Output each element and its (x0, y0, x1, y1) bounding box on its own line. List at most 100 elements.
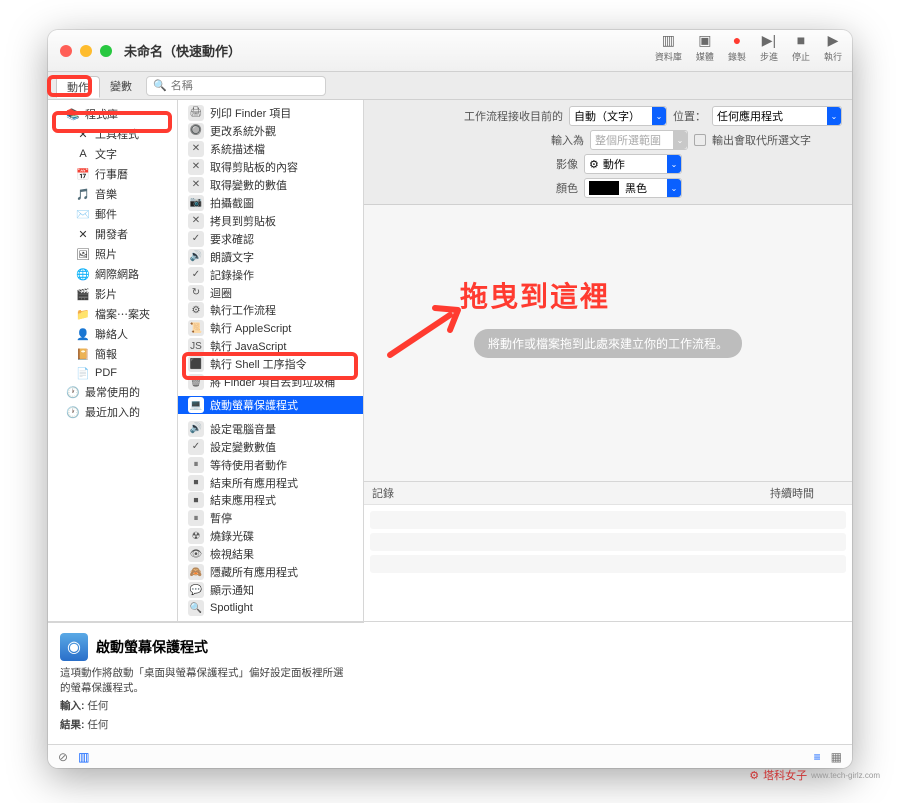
action-item[interactable]: 💻啟動螢幕保護程式 (178, 396, 363, 414)
category-label: 郵件 (95, 206, 117, 222)
desc-title: 啟動螢幕保護程式 (96, 637, 208, 657)
action-item[interactable]: 📜 執行 AppleScript (178, 319, 363, 337)
action-label: 系統描述檔 (210, 141, 265, 157)
category-item[interactable]: 🌐網際網路 (48, 264, 177, 284)
zoom-button[interactable] (100, 45, 112, 57)
action-item[interactable]: 🔍Spotlight (178, 599, 363, 617)
action-item[interactable]: 👁檢視結果 (178, 545, 363, 563)
search-input[interactable] (171, 80, 319, 92)
toolbar-run[interactable]: ▶執行 (824, 32, 842, 63)
action-icon: ✓ (188, 439, 204, 455)
category-item[interactable]: ✕開發者 (48, 224, 177, 244)
category-item[interactable]: ✕工具程式 (48, 124, 177, 144)
location-select[interactable]: 任何應用程式⌄ (712, 106, 842, 126)
action-item[interactable]: 🗑將 Finder 項目丟到垃圾桶 (178, 373, 363, 391)
log-col-duration: 持續時間 (762, 482, 852, 504)
action-icon: 🖨 (188, 105, 204, 121)
action-item[interactable]: ✕取得變數的數值 (178, 176, 363, 194)
category-icon: 🕐 (66, 385, 80, 399)
minimize-button[interactable] (80, 45, 92, 57)
window-title: 未命名（快速動作） (124, 41, 241, 60)
status-grid-icon[interactable]: ▦ (831, 750, 842, 764)
input-type-select[interactable]: 自動（文字）⌄ (569, 106, 667, 126)
category-icon: A (76, 147, 90, 161)
action-item[interactable]: ☢燒錄光碟 (178, 527, 363, 545)
toolbar-media[interactable]: ▣媒體 (696, 32, 714, 63)
actions-column[interactable]: 🖨列印 Finder 項目🔘更改系統外觀✕系統描述檔✕取得剪貼板的內容✕取得變數… (178, 100, 364, 621)
category-item[interactable]: 🕐最常使用的 (48, 382, 177, 402)
action-item[interactable]: ⏸暫停 (178, 509, 363, 527)
toolbar-step[interactable]: ▶|步進 (760, 32, 778, 63)
toolbar-record[interactable]: ●錄製 (728, 32, 746, 63)
category-item[interactable]: 🎬影片 (48, 284, 177, 304)
status-columns-icon[interactable]: ▥ (78, 750, 89, 764)
action-item[interactable]: ↻迴圈 (178, 284, 363, 302)
category-item[interactable]: 📁檔案⋯案夾 (48, 304, 177, 324)
action-item[interactable]: ⏹結束應用程式 (178, 491, 363, 509)
action-item[interactable]: 🔊設定電腦音量 (178, 420, 363, 438)
action-item[interactable]: ✓記錄操作 (178, 266, 363, 284)
action-item[interactable]: ✓設定變數數值 (178, 438, 363, 456)
tab-variables[interactable]: 變數 (100, 76, 142, 96)
category-item[interactable]: 📄PDF (48, 364, 177, 382)
action-item[interactable]: ✕系統描述檔 (178, 140, 363, 158)
action-icon: 🔘 (188, 123, 204, 139)
category-item[interactable]: 📔簡報 (48, 344, 177, 364)
category-item[interactable]: 🕐最近加入的 (48, 402, 177, 422)
action-label: 執行工作流程 (210, 302, 276, 318)
action-icon: ✓ (188, 231, 204, 247)
category-label: 照片 (95, 246, 117, 262)
category-item[interactable]: A文字 (48, 144, 177, 164)
category-item[interactable]: 🎵音樂 (48, 184, 177, 204)
toolbar-stop[interactable]: ■停止 (792, 32, 810, 63)
category-item[interactable]: 📚程式庫 (48, 104, 177, 124)
action-item[interactable]: JS執行 JavaScript (178, 337, 363, 355)
input-as-select[interactable]: 整個所選範圍⌄ (590, 130, 688, 150)
category-label: 工具程式 (95, 126, 139, 142)
description-panel: ◉ 啟動螢幕保護程式 這項動作將啟動「桌面與螢幕保護程式」偏好設定面板裡所選的螢… (48, 622, 364, 744)
action-icon: 📜 (188, 320, 204, 336)
category-label: PDF (95, 367, 117, 379)
action-label: 執行 JavaScript (210, 338, 286, 354)
action-label: 設定電腦音量 (210, 421, 276, 437)
status-stop-icon[interactable]: ⊘ (58, 750, 68, 764)
workflow-canvas[interactable]: 將動作或檔案拖到此處來建立你的工作流程。 (364, 205, 852, 481)
category-item[interactable]: 📅行事曆 (48, 164, 177, 184)
category-icon: 🌐 (76, 267, 90, 281)
action-item[interactable]: ⬛執行 Shell 工序指令 (178, 355, 363, 373)
image-select[interactable]: ⚙ 動作⌄ (584, 154, 682, 174)
action-item[interactable]: ✓要求確認 (178, 230, 363, 248)
color-select[interactable]: 黑色⌄ (584, 178, 682, 198)
status-list-icon[interactable]: ≡ (814, 750, 821, 764)
tab-actions[interactable]: 動作 (56, 76, 100, 98)
action-icon: 🔍 (188, 600, 204, 616)
category-icon: 🖼 (76, 247, 90, 261)
action-icon: 💻 (188, 397, 204, 413)
category-label: 最近加入的 (85, 404, 140, 420)
action-item[interactable]: ⏹結束所有應用程式 (178, 474, 363, 492)
close-button[interactable] (60, 45, 72, 57)
action-item[interactable]: 📷拍攝截圖 (178, 194, 363, 212)
action-label: 記錄操作 (210, 267, 254, 283)
toolbar-library[interactable]: ▥資料庫 (655, 32, 682, 63)
output-replace-checkbox[interactable] (694, 134, 706, 146)
category-item[interactable]: 👤聯絡人 (48, 324, 177, 344)
search-field[interactable]: 🔍 (146, 76, 326, 96)
action-item[interactable]: ✕取得剪貼板的內容 (178, 158, 363, 176)
action-item[interactable]: ⏸等待使用者動作 (178, 456, 363, 474)
category-item[interactable]: 🖼 照片 (48, 244, 177, 264)
action-label: 檢視結果 (210, 546, 254, 562)
action-item[interactable]: 🙈隱藏所有應用程式 (178, 563, 363, 581)
action-label: 執行 AppleScript (210, 320, 291, 336)
action-item[interactable]: ⚙執行工作流程 (178, 301, 363, 319)
action-item[interactable]: ✕拷貝到剪貼板 (178, 212, 363, 230)
action-item[interactable]: 🖨列印 Finder 項目 (178, 104, 363, 122)
action-item[interactable]: 🔊朗讀文字 (178, 248, 363, 266)
image-label: 影像 (556, 156, 578, 172)
category-item[interactable]: ✉️郵件 (48, 204, 177, 224)
library-column[interactable]: 📚程式庫✕工具程式A文字📅行事曆🎵音樂✉️郵件✕開發者 🖼 照片 🌐網際網路🎬影片📁檔… (48, 100, 178, 621)
action-item[interactable]: 🔘更改系統外觀 (178, 122, 363, 140)
category-label: 影片 (95, 286, 117, 302)
action-item[interactable]: 💬顯示通知 (178, 581, 363, 599)
log-body (364, 505, 852, 621)
